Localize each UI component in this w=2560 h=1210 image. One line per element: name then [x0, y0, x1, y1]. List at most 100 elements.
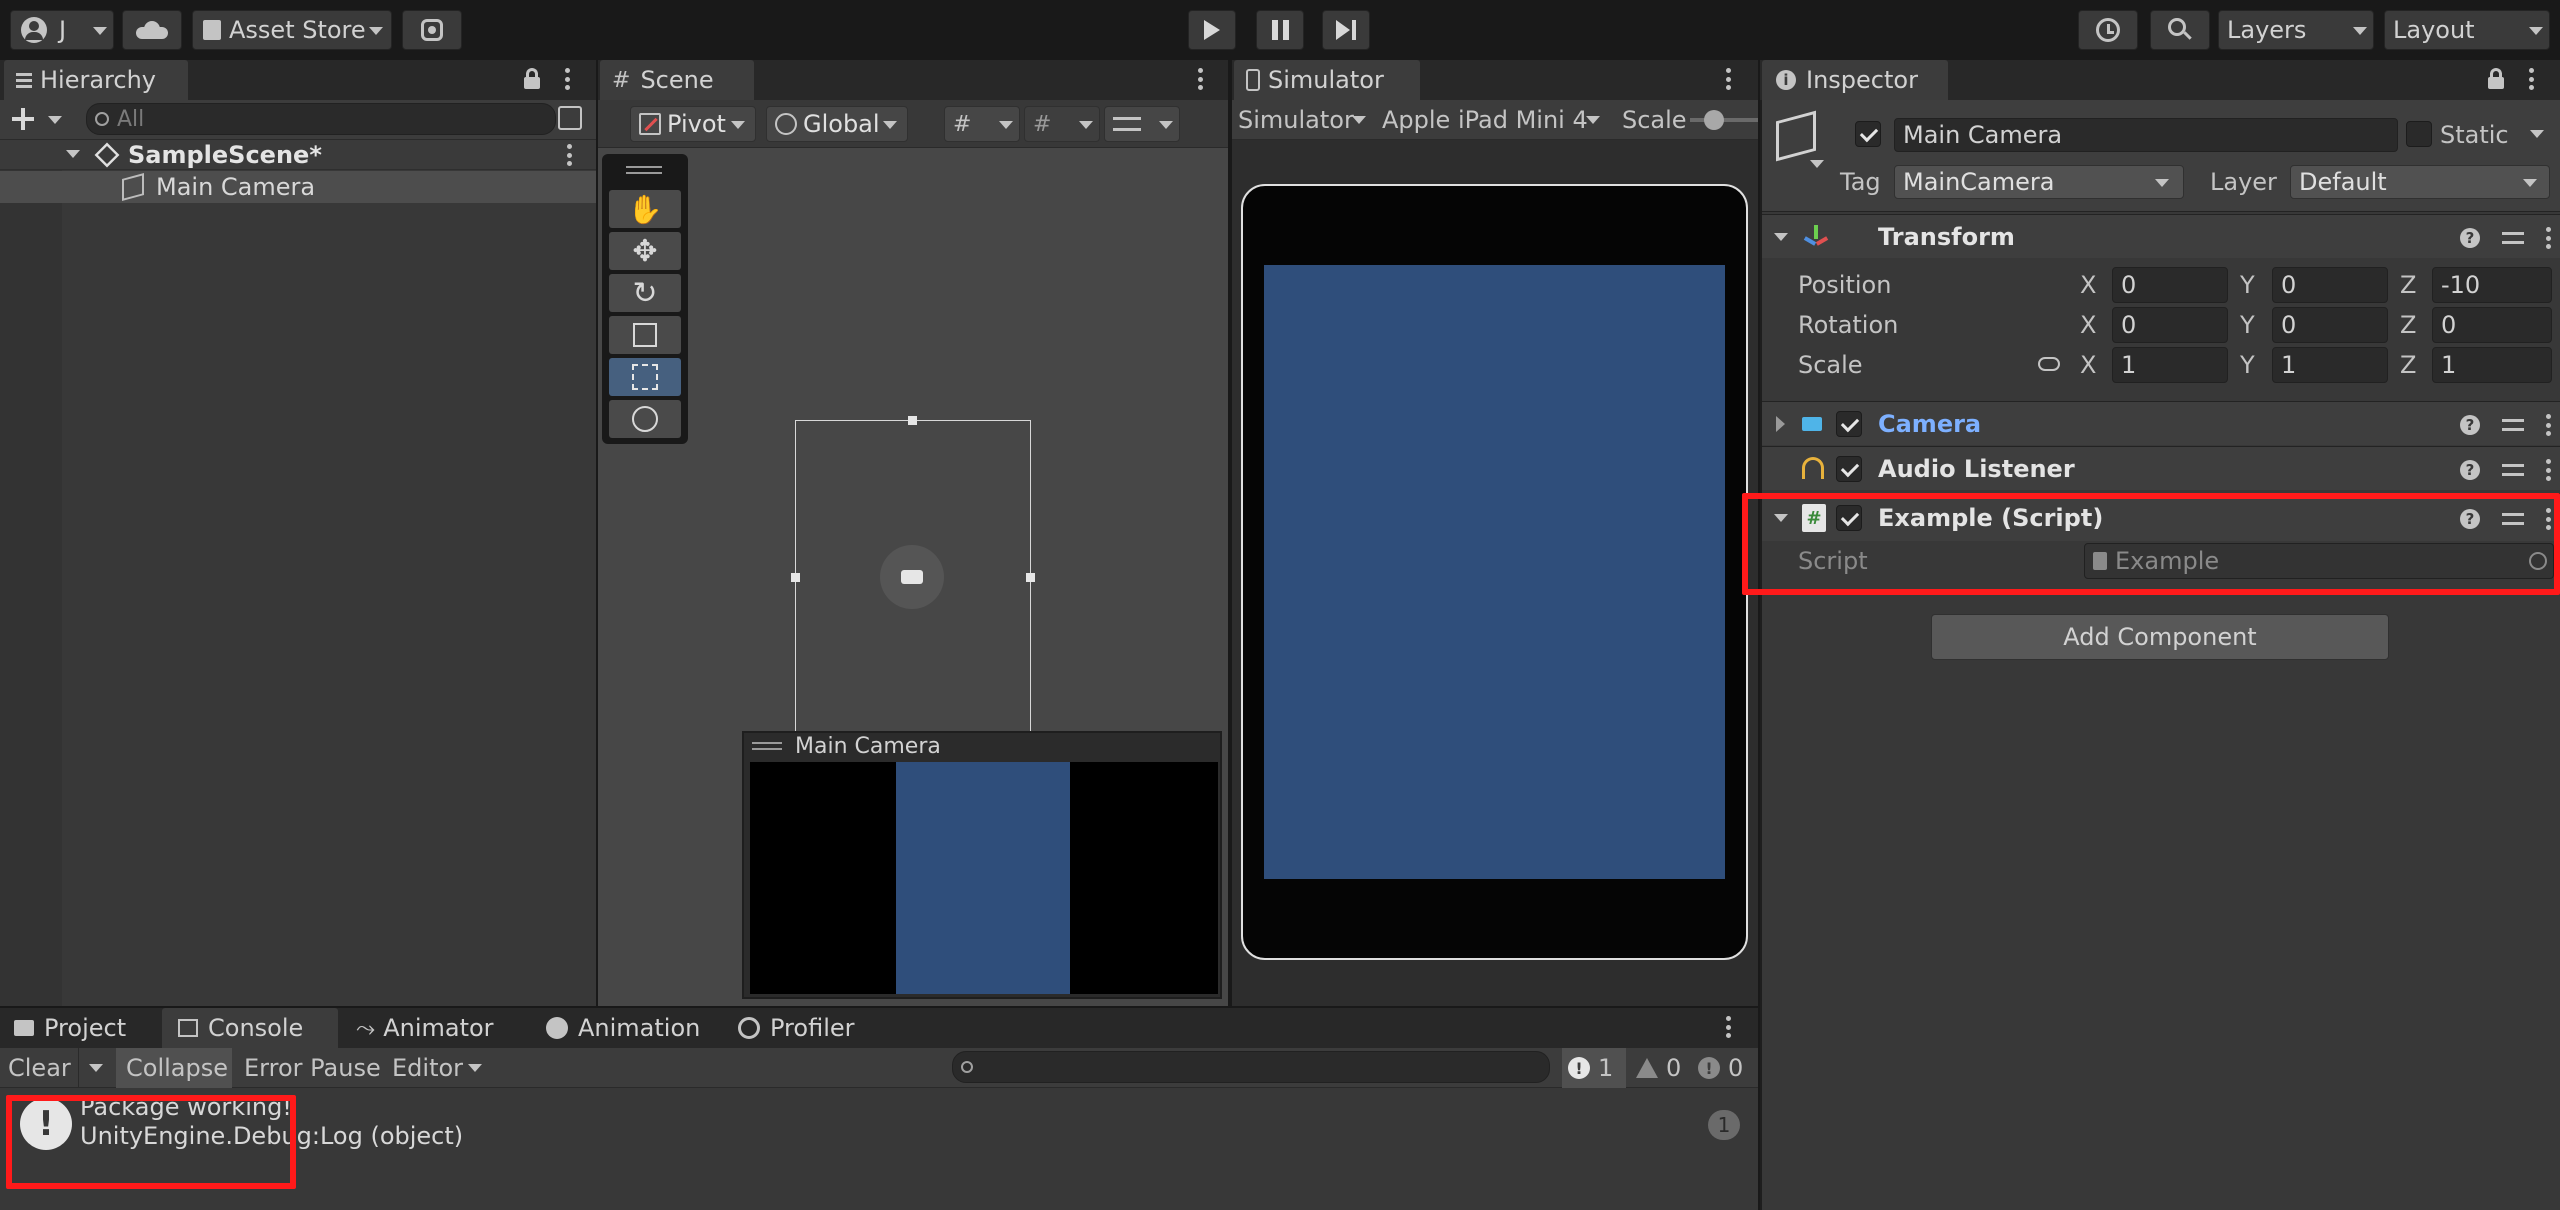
- rotation-y-field[interactable]: 0: [2272, 307, 2388, 343]
- rotate-tool[interactable]: ↻: [609, 274, 681, 312]
- scale-x-field[interactable]: 1: [2112, 347, 2228, 383]
- account-dropdown[interactable]: J: [10, 10, 114, 50]
- preset-icon[interactable]: [2502, 228, 2524, 248]
- hierarchy-item-main-camera[interactable]: Main Camera: [0, 171, 596, 203]
- search-options-icon[interactable]: [558, 106, 582, 130]
- layers-dropdown[interactable]: Layers: [2218, 10, 2374, 50]
- scale-y-field[interactable]: 1: [2272, 347, 2388, 383]
- scene-menu-icon[interactable]: [1198, 68, 1204, 90]
- static-checkbox[interactable]: [2406, 121, 2432, 147]
- step-button[interactable]: [1322, 10, 1370, 50]
- transform-header[interactable]: Transform ?: [1762, 214, 2560, 258]
- console-search-input[interactable]: [952, 1051, 1550, 1083]
- tab-console[interactable]: Console: [162, 1008, 338, 1048]
- audio-listener-header[interactable]: Audio Listener ?: [1762, 446, 2560, 490]
- component-menu-icon[interactable]: [2546, 227, 2552, 249]
- editor-dropdown[interactable]: Editor: [388, 1048, 492, 1088]
- chevron-down-icon[interactable]: [2530, 130, 2544, 138]
- create-button[interactable]: [10, 104, 66, 136]
- gizmo-handle[interactable]: [908, 416, 917, 425]
- ipad-screen[interactable]: [1264, 265, 1725, 879]
- play-button[interactable]: [1188, 10, 1236, 50]
- pause-button[interactable]: [1256, 10, 1304, 50]
- tab-simulator[interactable]: Simulator: [1234, 60, 1420, 100]
- log-count-toggle[interactable]: ! 1: [1562, 1048, 1626, 1088]
- lock-icon[interactable]: [2488, 68, 2504, 89]
- tab-animation[interactable]: Animation: [532, 1008, 728, 1048]
- layer-dropdown[interactable]: Default: [2290, 165, 2550, 199]
- asset-store-dropdown[interactable]: Asset Store: [192, 10, 392, 50]
- help-icon[interactable]: ?: [2460, 415, 2480, 435]
- active-checkbox[interactable]: [1855, 121, 1881, 147]
- object-name-field[interactable]: Main Camera: [1894, 118, 2398, 152]
- constrain-proportions-icon[interactable]: [2038, 357, 2060, 371]
- collapse-toggle[interactable]: Collapse: [116, 1048, 232, 1088]
- scale-z-field[interactable]: 1: [2432, 347, 2552, 383]
- position-z-field[interactable]: -10: [2432, 267, 2552, 303]
- transform-tool[interactable]: [609, 400, 681, 438]
- rotation-x-field[interactable]: 0: [2112, 307, 2228, 343]
- gizmo-handle[interactable]: [1026, 573, 1035, 582]
- scale-tool[interactable]: [609, 316, 681, 354]
- rect-tool[interactable]: [609, 358, 681, 396]
- clear-button[interactable]: Clear: [0, 1048, 76, 1088]
- position-x-field[interactable]: 0: [2112, 267, 2228, 303]
- error-count-toggle[interactable]: ! 0: [1694, 1048, 1758, 1088]
- warning-count-toggle[interactable]: 0: [1630, 1048, 1694, 1088]
- package-button[interactable]: [402, 10, 462, 50]
- inspector-menu-icon[interactable]: [2529, 68, 2535, 90]
- lock-icon[interactable]: [524, 68, 540, 89]
- preset-icon[interactable]: [2502, 460, 2524, 480]
- highlight-box-console-entry: [6, 1095, 296, 1189]
- tag-dropdown[interactable]: MainCamera: [1894, 165, 2184, 199]
- scale-slider[interactable]: [1690, 110, 1758, 130]
- hand-tool[interactable]: ✋: [609, 190, 681, 228]
- foldout-arrow-icon[interactable]: [1776, 416, 1785, 432]
- pivot-dropdown[interactable]: Pivot: [630, 106, 756, 142]
- tab-animator[interactable]: ⤳ Animator: [342, 1008, 528, 1048]
- camera-enabled-checkbox[interactable]: [1836, 411, 1862, 437]
- simulator-menu-icon[interactable]: [1726, 68, 1732, 90]
- foldout-arrow-icon[interactable]: [1774, 233, 1788, 241]
- gizmo-handle[interactable]: [791, 573, 800, 582]
- history-button[interactable]: [2078, 10, 2138, 50]
- increment-snap-dropdown[interactable]: #: [1024, 106, 1100, 142]
- simulator-mode-dropdown[interactable]: Simulator: [1236, 104, 1372, 136]
- camera-preview-handle[interactable]: [752, 742, 782, 750]
- tab-project[interactable]: Project: [2, 1008, 158, 1048]
- position-y-field[interactable]: 0: [2272, 267, 2388, 303]
- gizmo-dropdown[interactable]: [1104, 106, 1180, 142]
- rotation-z-field[interactable]: 0: [2432, 307, 2552, 343]
- add-component-button[interactable]: Add Component: [1931, 614, 2389, 660]
- chevron-down-icon: [1079, 121, 1093, 129]
- component-menu-icon[interactable]: [2546, 414, 2552, 436]
- clear-options-dropdown[interactable]: [78, 1048, 112, 1088]
- help-icon[interactable]: ?: [2460, 460, 2480, 480]
- camera-component-header[interactable]: Camera ?: [1762, 401, 2560, 445]
- cloud-button[interactable]: [122, 10, 182, 50]
- audio-listener-enabled-checkbox[interactable]: [1836, 456, 1862, 482]
- layout-dropdown[interactable]: Layout: [2384, 10, 2550, 50]
- error-pause-toggle[interactable]: Error Pause: [236, 1048, 386, 1088]
- scale-slider-thumb[interactable]: [1704, 110, 1724, 130]
- hierarchy-search-input[interactable]: All: [86, 103, 556, 135]
- expand-arrow-icon[interactable]: [66, 150, 80, 158]
- component-menu-icon[interactable]: [2546, 459, 2552, 481]
- tab-inspector[interactable]: i Inspector: [1762, 60, 1948, 100]
- device-dropdown[interactable]: Apple iPad Mini 4: [1380, 104, 1600, 136]
- search-button[interactable]: [2150, 10, 2210, 50]
- scene-row[interactable]: SampleScene*: [0, 140, 596, 170]
- tab-scene[interactable]: # Scene: [600, 60, 754, 100]
- tab-hierarchy[interactable]: Hierarchy: [4, 60, 188, 100]
- move-tool[interactable]: ✥: [609, 232, 681, 270]
- grid-snap-dropdown[interactable]: #: [944, 106, 1020, 142]
- help-icon[interactable]: ?: [2460, 228, 2480, 248]
- global-dropdown[interactable]: Global: [766, 106, 908, 142]
- scene-menu-icon[interactable]: [567, 144, 573, 166]
- preset-icon[interactable]: [2502, 415, 2524, 435]
- tool-palette-handle[interactable]: [626, 166, 662, 174]
- tab-profiler[interactable]: Profiler: [732, 1008, 908, 1048]
- console-menu-icon[interactable]: [1726, 1016, 1732, 1038]
- hierarchy-menu-icon[interactable]: [565, 68, 571, 90]
- camera-gizmo-icon[interactable]: [880, 545, 944, 609]
